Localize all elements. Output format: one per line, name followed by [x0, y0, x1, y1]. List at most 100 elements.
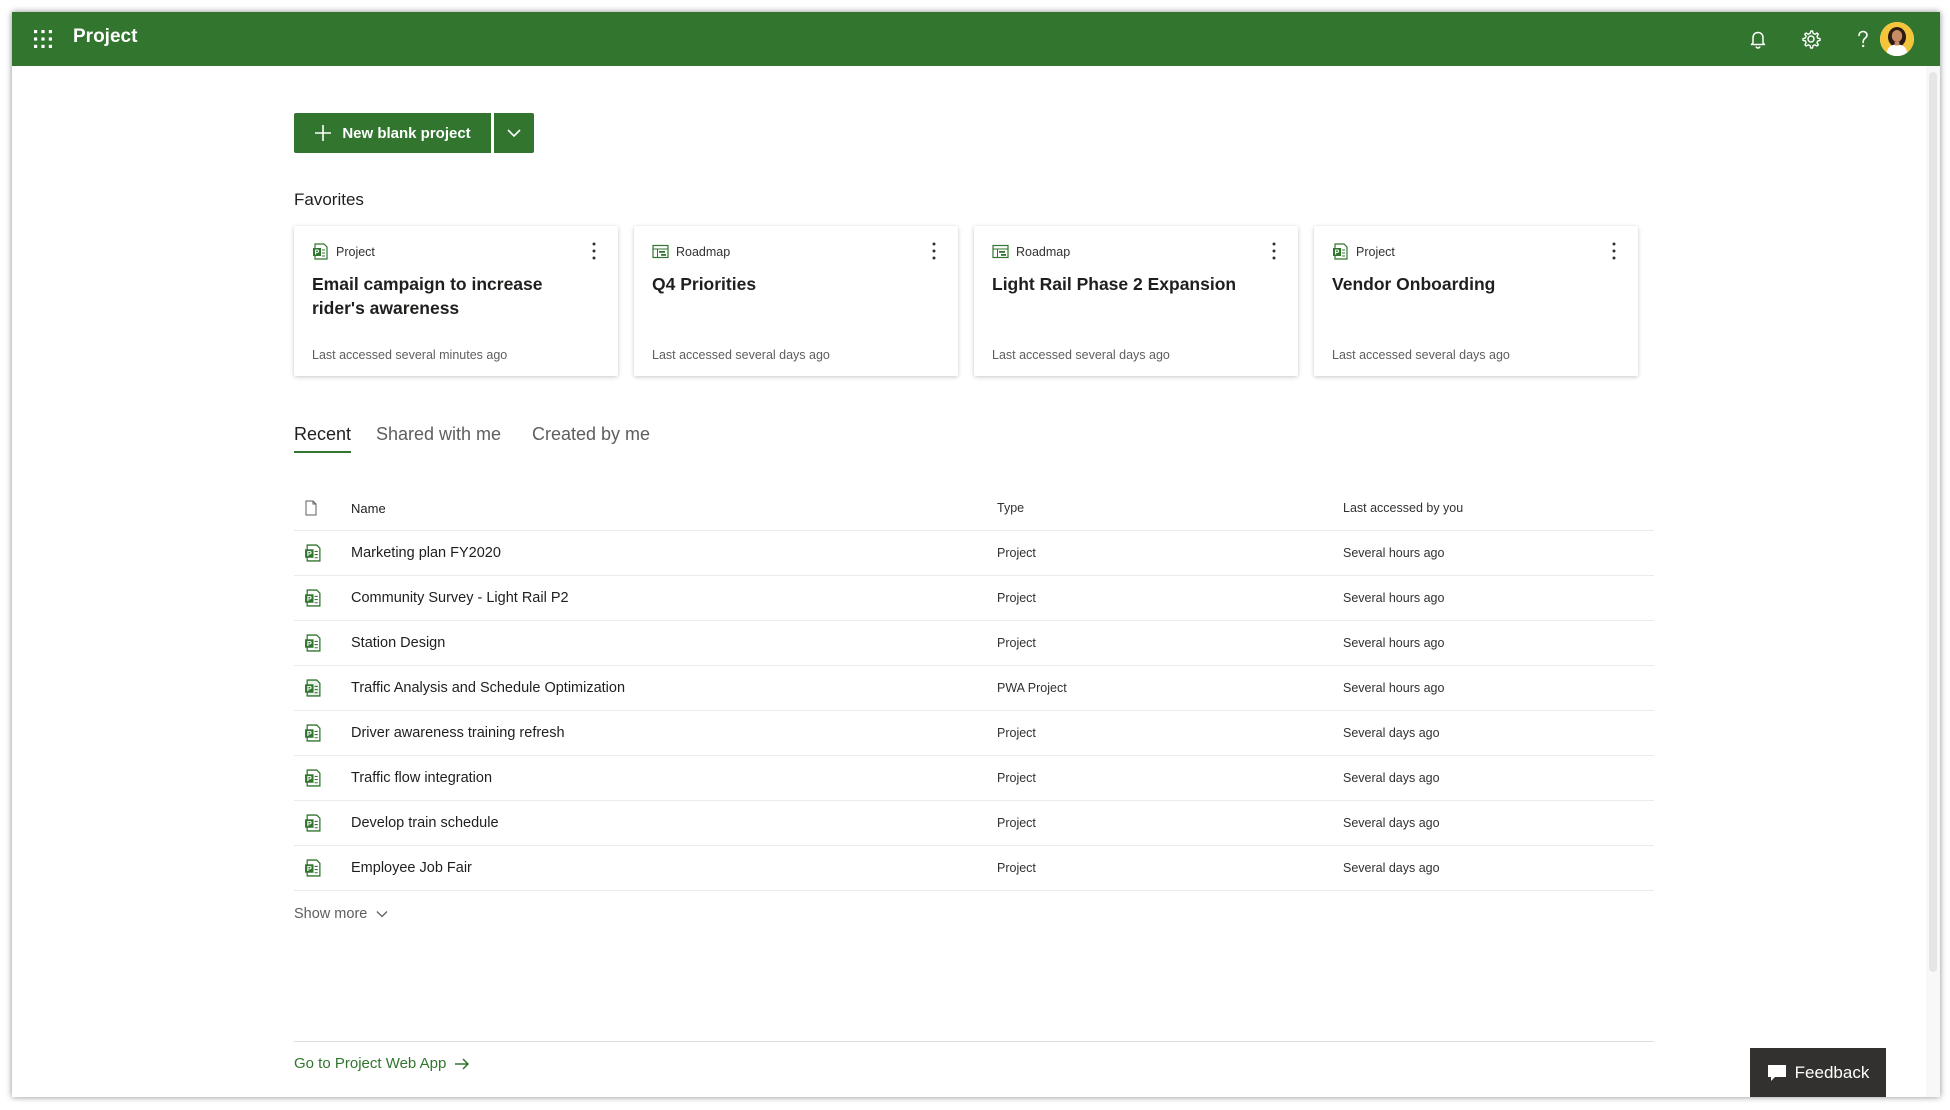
table-row[interactable]: P Employee Job Fair Project Several days…: [294, 846, 1654, 891]
row-name[interactable]: Station Design: [351, 621, 445, 665]
go-to-project-web-app-link[interactable]: Go to Project Web App: [294, 1055, 470, 1072]
row-name[interactable]: Marketing plan FY2020: [351, 531, 501, 575]
row-type: Project: [997, 771, 1036, 785]
show-more-label: Show more: [294, 906, 368, 922]
more-options-icon[interactable]: [1266, 240, 1282, 262]
svg-text:P: P: [307, 729, 312, 738]
card-last-accessed: Last accessed several minutes ago: [312, 348, 508, 362]
project-file-icon: P: [304, 621, 328, 665]
new-blank-project-label: New blank project: [342, 124, 471, 142]
bell-icon[interactable]: [1743, 24, 1773, 54]
card-title: Vendor Onboarding: [1332, 274, 1496, 294]
table-row[interactable]: P Develop train schedule Project Several…: [294, 801, 1654, 846]
card-title: Email campaign to increase rider's aware…: [312, 274, 543, 318]
more-options-icon[interactable]: [926, 240, 942, 262]
table-row[interactable]: P Station Design Project Several hours a…: [294, 621, 1654, 666]
card-type-label: Project: [1356, 244, 1395, 259]
roadmap-icon: [652, 244, 669, 259]
project-file-icon: P: [1333, 243, 1348, 260]
favorite-card[interactable]: P Project Email campaign to increase rid…: [294, 226, 618, 376]
top-bar: Project: [12, 12, 1940, 66]
chevron-down-icon: [507, 129, 521, 138]
pwa-link-label: Go to Project Web App: [294, 1055, 447, 1072]
new-project-dropdown-button[interactable]: [494, 113, 534, 153]
svg-text:P: P: [315, 250, 320, 257]
row-last-accessed: Several days ago: [1343, 726, 1440, 740]
svg-text:P: P: [307, 684, 312, 693]
row-type: Project: [997, 861, 1036, 875]
row-type: Project: [997, 816, 1036, 830]
svg-text:P: P: [1335, 250, 1340, 257]
more-options-icon[interactable]: [1606, 240, 1622, 262]
tab-created-by-me[interactable]: Created by me: [532, 424, 650, 453]
favorite-card[interactable]: Roadmap Q4 Priorities Last accessed seve…: [634, 226, 958, 376]
card-title: Light Rail Phase 2 Expansion: [992, 274, 1237, 294]
card-last-accessed: Last accessed several days ago: [992, 348, 1170, 362]
project-file-icon: P: [304, 801, 328, 845]
table-row[interactable]: P Traffic flow integration Project Sever…: [294, 756, 1654, 801]
row-name[interactable]: Employee Job Fair: [351, 846, 472, 890]
project-file-icon: P: [304, 576, 328, 620]
row-last-accessed: Several hours ago: [1343, 636, 1445, 650]
svg-text:P: P: [307, 864, 312, 873]
avatar[interactable]: [1880, 22, 1914, 56]
file-type-header-icon[interactable]: [304, 486, 328, 530]
svg-text:P: P: [307, 594, 312, 603]
row-last-accessed: Several days ago: [1343, 861, 1440, 875]
feedback-button[interactable]: Feedback: [1750, 1048, 1886, 1097]
row-name[interactable]: Traffic flow integration: [351, 756, 492, 800]
tab-shared-with-me[interactable]: Shared with me: [376, 424, 501, 453]
arrow-right-icon: [455, 1057, 470, 1070]
scrollbar[interactable]: [1926, 66, 1940, 1097]
table-row[interactable]: P Traffic Analysis and Schedule Optimiza…: [294, 666, 1654, 711]
card-type: Roadmap: [652, 243, 730, 260]
show-more-button[interactable]: Show more: [294, 906, 389, 922]
help-icon[interactable]: [1848, 24, 1878, 54]
footer-divider: [294, 1041, 1654, 1042]
row-name[interactable]: Traffic Analysis and Schedule Optimizati…: [351, 666, 625, 710]
row-last-accessed: Several hours ago: [1343, 591, 1445, 605]
card-type: P Project: [312, 243, 375, 260]
card-type-label: Roadmap: [1016, 244, 1071, 259]
row-last-accessed: Several hours ago: [1343, 546, 1445, 560]
row-last-accessed: Several days ago: [1343, 816, 1440, 830]
favorites-cards: P Project Email campaign to increase rid…: [294, 226, 1654, 378]
new-blank-project-button[interactable]: New blank project: [294, 113, 491, 153]
table-row[interactable]: P Community Survey - Light Rail P2 Proje…: [294, 576, 1654, 621]
scrollbar-thumb[interactable]: [1929, 72, 1937, 972]
project-file-icon: P: [313, 243, 328, 260]
row-name[interactable]: Driver awareness training refresh: [351, 711, 565, 755]
feedback-label: Feedback: [1794, 1062, 1870, 1082]
card-type-label: Project: [336, 244, 375, 259]
favorites-title: Favorites: [294, 190, 364, 209]
plus-icon: [315, 125, 332, 141]
app-title[interactable]: Project: [73, 26, 137, 48]
roadmap-icon: [992, 244, 1009, 259]
svg-text:P: P: [307, 774, 312, 783]
column-header-last-accessed[interactable]: Last accessed by you: [1343, 486, 1463, 530]
tab-recent[interactable]: Recent: [294, 424, 352, 453]
table-row[interactable]: P Driver awareness training refresh Proj…: [294, 711, 1654, 756]
project-file-icon: P: [304, 846, 328, 890]
row-type: Project: [997, 726, 1036, 740]
gear-icon[interactable]: [1796, 24, 1826, 54]
card-last-accessed: Last accessed several days ago: [1332, 348, 1510, 362]
project-file-icon: P: [304, 711, 328, 755]
waffle-icon[interactable]: [28, 24, 58, 54]
column-header-type[interactable]: Type: [997, 486, 1024, 530]
row-name[interactable]: Develop train schedule: [351, 801, 499, 845]
row-type: Project: [997, 636, 1036, 650]
favorite-card[interactable]: P Project Vendor Onboarding Last accesse…: [1314, 226, 1638, 376]
svg-text:P: P: [307, 549, 312, 558]
svg-text:P: P: [307, 639, 312, 648]
project-file-icon: P: [304, 531, 328, 575]
card-type: Roadmap: [992, 243, 1070, 260]
column-header-name[interactable]: Name: [351, 486, 386, 530]
favorite-card[interactable]: Roadmap Light Rail Phase 2 Expansion Las…: [974, 226, 1298, 376]
row-name[interactable]: Community Survey - Light Rail P2: [351, 576, 569, 620]
card-type-label: Roadmap: [676, 244, 731, 259]
more-options-icon[interactable]: [586, 240, 602, 262]
chevron-down-icon: [376, 911, 388, 918]
feedback-icon: [1767, 1064, 1786, 1081]
table-row[interactable]: P Marketing plan FY2020 Project Several …: [294, 531, 1654, 576]
